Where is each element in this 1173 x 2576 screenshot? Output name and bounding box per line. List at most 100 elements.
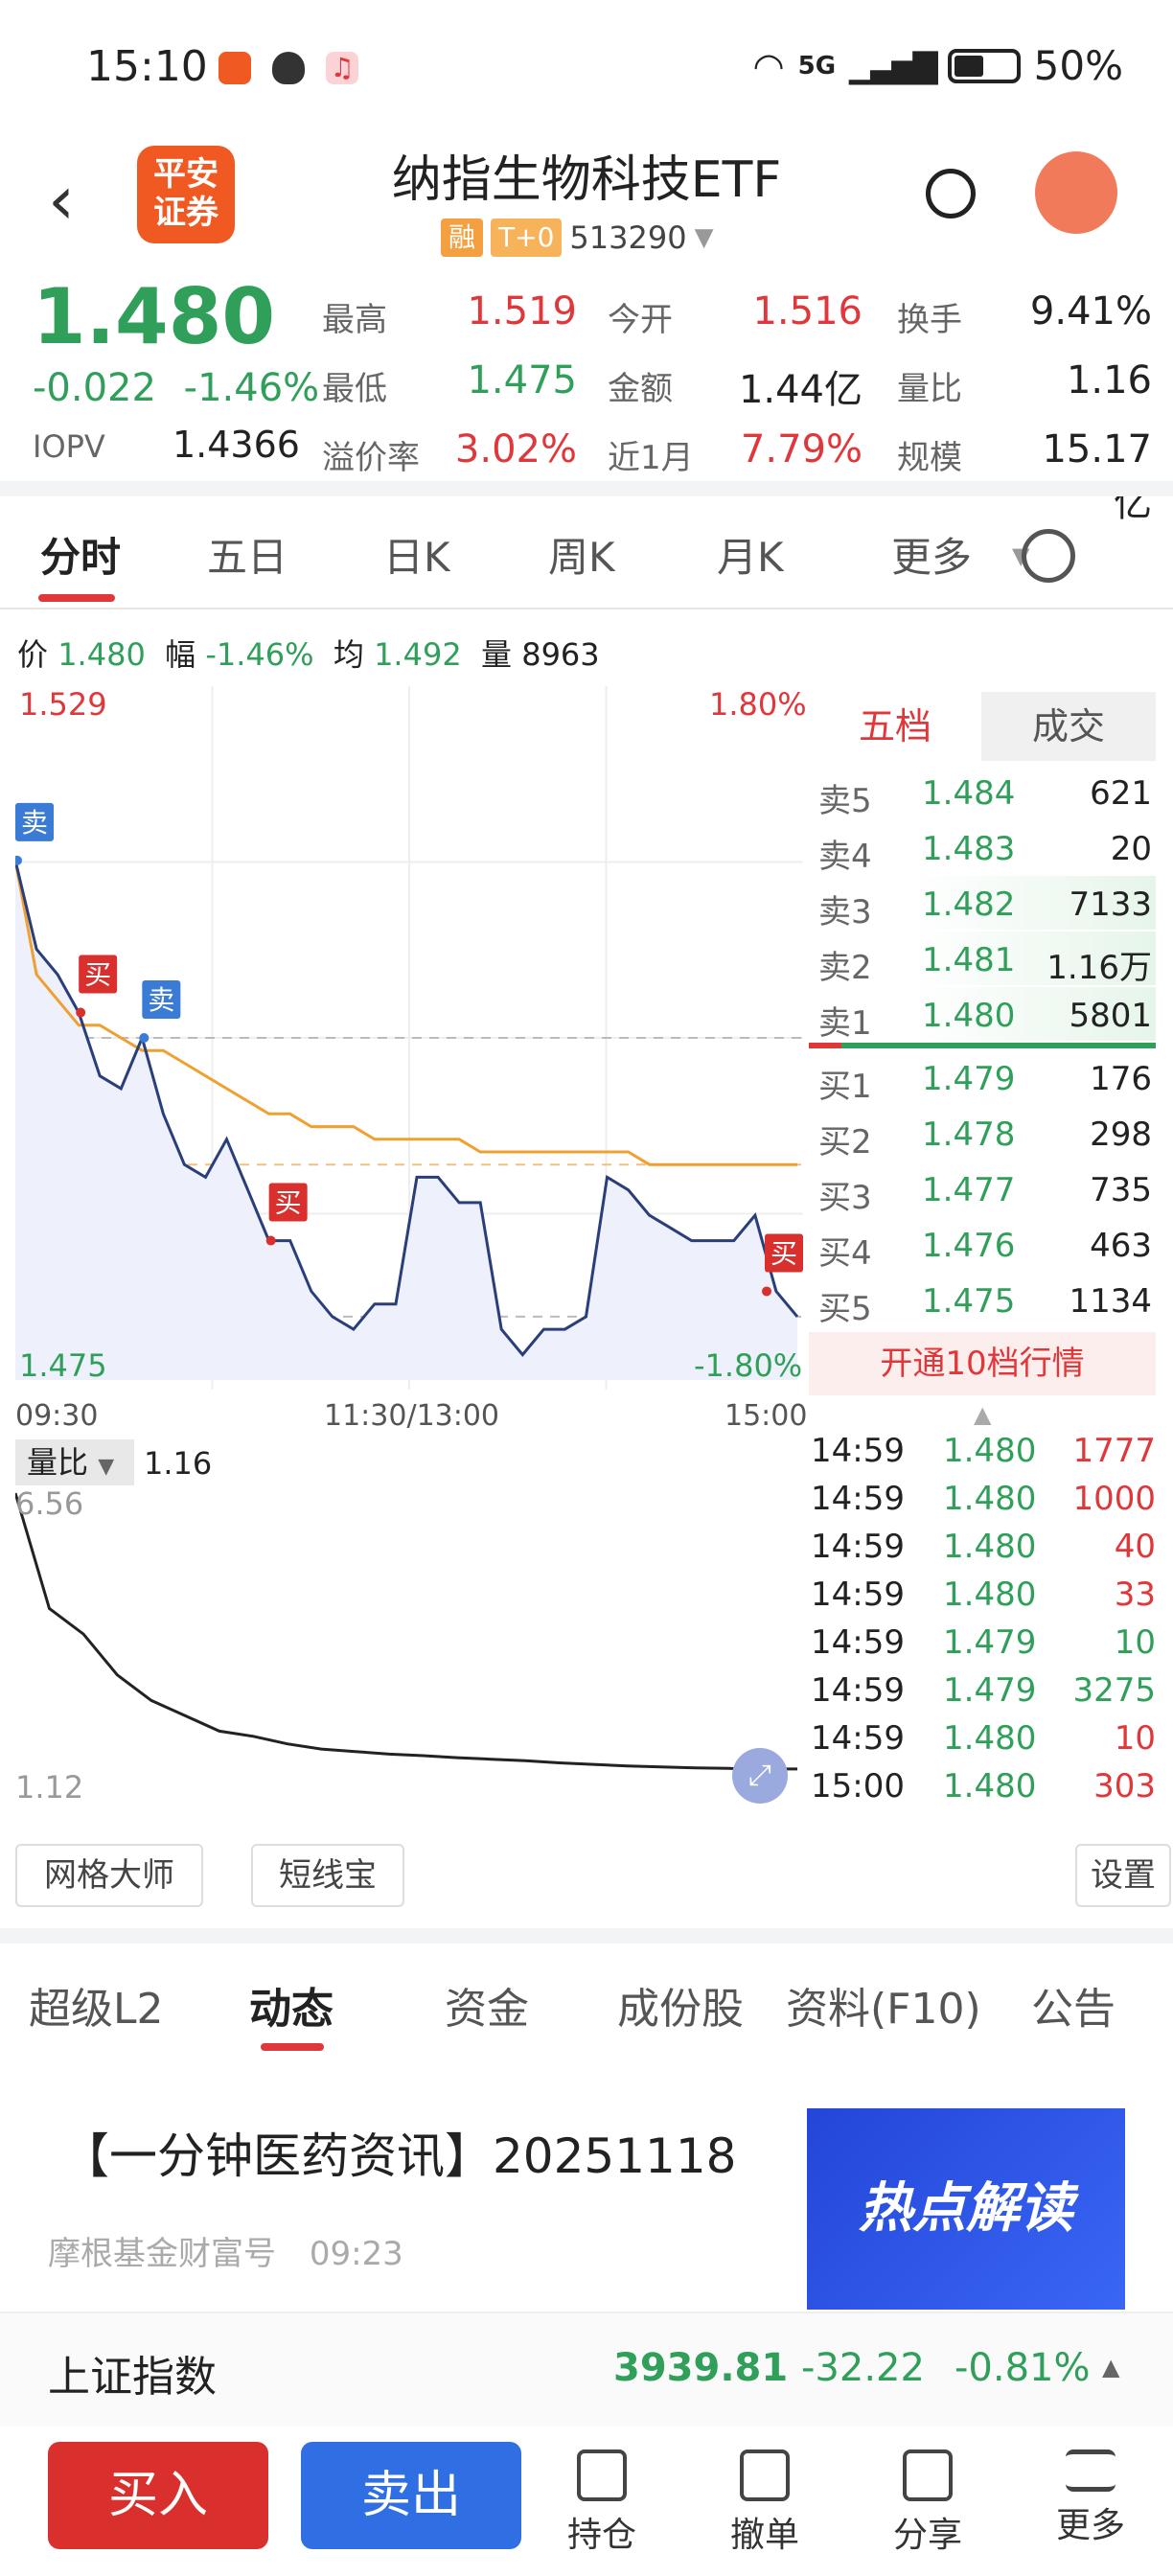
trade-price: 1.480 [943,1767,1037,1806]
network-label: 5G [797,51,837,80]
volume-ratio-selector[interactable]: 量比 ▼ [15,1439,134,1485]
trade-row: 14:59 1.480 33 [811,1576,1156,1623]
ask-row[interactable]: 卖3 1.482 7133 [805,876,1156,932]
quote-value: 1.519 [467,289,577,334]
gear-icon[interactable] [1022,529,1075,583]
iopv-label: IOPV [33,428,105,465]
active-tab-indicator [38,594,115,602]
chevron-up-icon[interactable]: ▲ [974,1401,991,1428]
sell-button[interactable]: 卖出 [301,2442,521,2549]
signal-icon: ▁▃▅▇ [849,46,938,85]
ask-row[interactable]: 卖4 1.483 20 [805,820,1156,876]
intraday-price-chart[interactable]: 卖买卖买买 [15,686,803,1390]
tab-info[interactable]: 超级L2 [29,1974,164,2036]
buy-button[interactable]: 买入 [48,2442,268,2549]
trade-time: 14:59 [811,1480,905,1518]
expand-icon[interactable]: ⤢ [732,1748,788,1804]
bids-price: 1.479 [922,1060,1016,1098]
tab-chart-period[interactable]: 五日 [207,525,288,584]
trade-time: 14:59 [811,1576,905,1614]
trade-row: 14:59 1.480 1000 [811,1480,1156,1528]
chevron-up-icon[interactable]: ▲ [1102,2354,1119,2380]
volume-ratio-value: 1.16 [144,1445,213,1482]
marker-dot [139,1033,150,1043]
more-button[interactable]: 更多 [1043,2450,1138,2547]
avg-label: 均 [333,636,364,673]
avg-value: 1.492 [374,636,462,673]
bids-price: 1.477 [922,1171,1016,1209]
holdings-button[interactable]: 持仓 [554,2450,650,2557]
quote-label: 规模 [897,439,962,477]
share-button[interactable]: 分享 [880,2450,976,2557]
tab-trades[interactable]: 成交 [981,692,1156,761]
ask-row[interactable]: 卖1 1.480 5801 [805,987,1156,1043]
index-name: 上证指数 [48,2353,217,2402]
tab-chart-period[interactable]: 日K [383,525,450,584]
cancel-order-button[interactable]: 撤单 [717,2450,813,2557]
app-notification-icon [218,52,251,84]
open-level10-button[interactable]: 开通10档行情 [809,1332,1156,1395]
news-thumbnail[interactable]: 热点解读 [807,2108,1125,2310]
quote-value: 9.41% [1029,289,1152,334]
ask-row[interactable]: 卖2 1.481 1.16万 [805,932,1156,987]
bid-row[interactable]: 买1 1.479 176 [805,1050,1156,1106]
bid-row[interactable]: 买2 1.478 298 [805,1106,1156,1162]
tab-chart-period[interactable]: 更多 [891,525,972,584]
bids-price: 1.478 [922,1116,1016,1154]
page-title: 纳指生物科技ETF [391,151,782,209]
vol-label: 量 [481,636,513,673]
holdings-label: 持仓 [566,2516,636,2555]
news-source-name: 摩根基金财富号 [48,2235,276,2273]
tab-chart-period[interactable]: 月K [717,525,784,584]
trade-price: 1.480 [943,1480,1037,1518]
tab-chart-period[interactable]: 周K [548,525,615,584]
bids-vol: 463 [1090,1227,1152,1265]
buy-marker-label: 买 [770,1237,797,1269]
chevron-down-icon: ▼ [98,1455,115,1479]
asks-vol: 1.16万 [1046,949,1152,987]
search-icon[interactable] [926,169,976,218]
news-title[interactable]: 【一分钟医药资讯】20251118 [61,2118,737,2187]
security-code-selector[interactable]: 融 T+0 513290 ▼ [441,218,714,257]
quote-value: 3.02% [454,427,577,472]
bid-row[interactable]: 买3 1.477 735 [805,1162,1156,1217]
ask-row[interactable]: 卖5 1.484 621 [805,765,1156,820]
wifi-icon: ◠ [752,44,785,87]
bids-label: 买3 [818,1179,872,1217]
asks-vol: 7133 [1069,886,1152,924]
asks-price: 1.483 [922,830,1016,868]
share-label: 分享 [892,2516,962,2555]
music-icon: ♫ [326,52,358,84]
tab-info[interactable]: 动态 [249,1974,334,2036]
bids-vol: 298 [1090,1116,1152,1154]
tab-info[interactable]: 资金 [445,1974,529,2036]
volume-ratio-chart [15,1492,797,1771]
tab-info[interactable]: 成份股 [617,1974,744,2036]
price-value: 1.480 [58,636,146,673]
bid-row[interactable]: 买5 1.475 1134 [805,1273,1156,1328]
more-label: 更多 [1055,2506,1125,2545]
quote-value: 7.79% [740,427,862,472]
short-line-button[interactable]: 短线宝 [251,1844,404,1907]
price-change: -0.022 -1.46% [33,366,319,410]
tab-info[interactable]: 公告 [1031,1974,1116,2036]
trade-row: 14:59 1.480 40 [811,1528,1156,1576]
trade-price: 1.480 [943,1432,1037,1470]
bid-row[interactable]: 买4 1.476 463 [805,1217,1156,1273]
assistant-avatar-icon[interactable] [1035,151,1117,234]
quote-value: 1.475 [467,358,577,402]
shield-icon [272,52,305,84]
tab-info[interactable]: 资料(F10) [786,1974,981,2036]
trade-vol: 10 [1114,1623,1156,1662]
tab-order-book[interactable]: 五档 [809,692,981,761]
trade-row: 14:59 1.480 10 [811,1719,1156,1767]
bids-price: 1.476 [922,1227,1016,1265]
trade-vol: 303 [1093,1767,1156,1806]
trade-vol: 10 [1114,1719,1156,1758]
trade-time: 14:59 [811,1719,905,1758]
quote-label: 最低 [322,370,387,408]
tab-chart-period[interactable]: 分时 [40,525,121,584]
trade-row: 14:59 1.479 10 [811,1623,1156,1671]
settings-button[interactable]: 设置 [1075,1844,1171,1907]
grid-master-button[interactable]: 网格大师 [15,1844,203,1907]
